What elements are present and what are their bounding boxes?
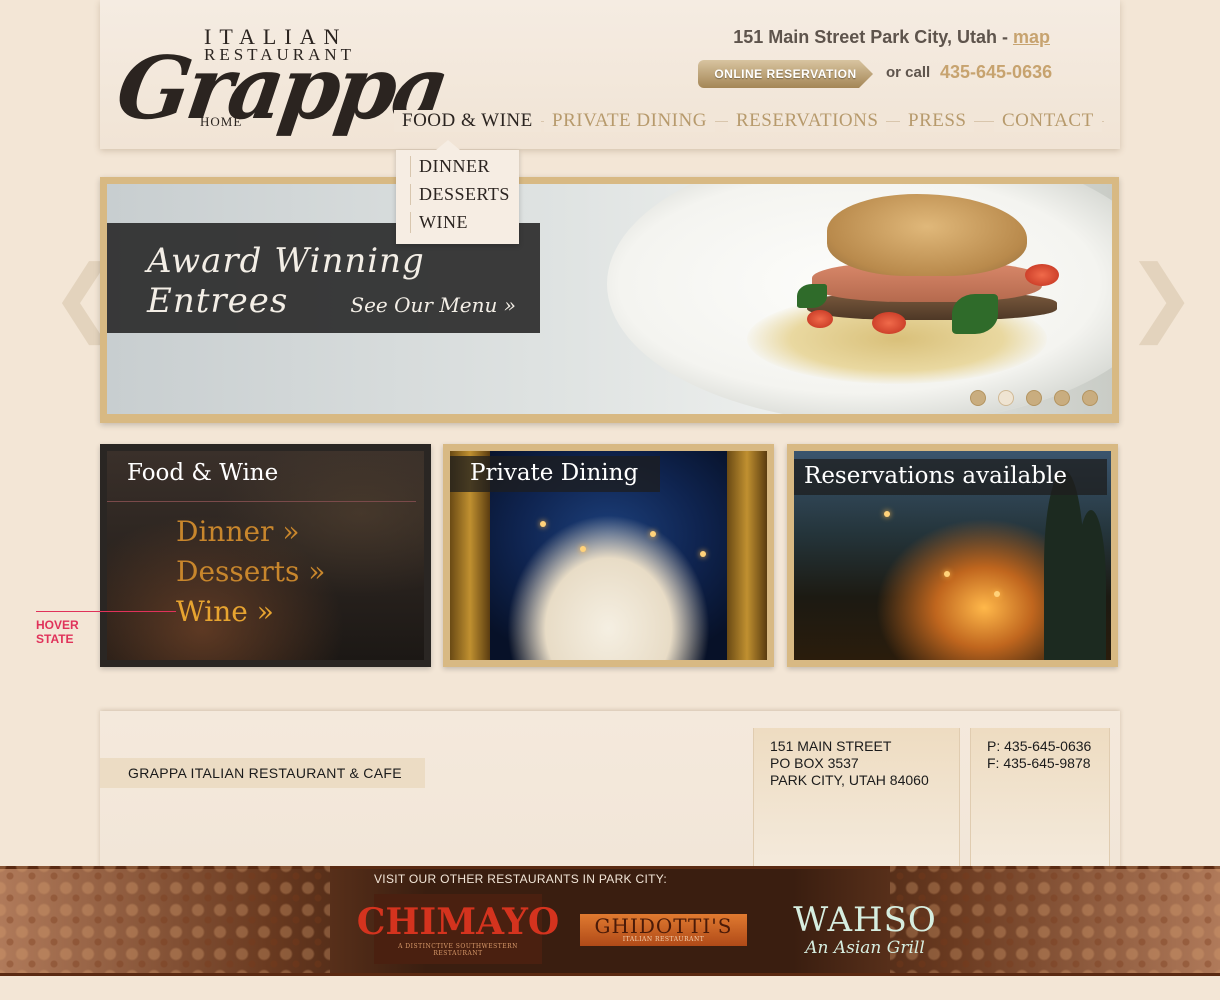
wahso-logo[interactable]: WAHSO An Asian Grill	[785, 900, 945, 962]
damask-pattern	[0, 866, 330, 976]
footer-address-line: PO BOX 3537	[770, 755, 859, 771]
chimayo-name: CHIMAYO	[356, 901, 560, 943]
tomato-shape	[1025, 264, 1059, 286]
spinach-shape	[797, 284, 827, 308]
ghidotti-tagline: ITALIAN RESTAURANT	[622, 936, 705, 943]
nav-press[interactable]: PRESS	[900, 110, 975, 132]
footer-phone[interactable]: P: 435-645-0636	[987, 738, 1093, 755]
nav-contact[interactable]: CONTACT	[994, 110, 1102, 132]
visit-label: VISIT OUR OTHER RESTAURANTS IN PARK CITY…	[374, 872, 668, 886]
chevron-right-icon[interactable]: ❯	[1126, 254, 1196, 338]
feature-title-reservations: Reservations available	[794, 459, 1107, 495]
feature-link-wine[interactable]: Wine »	[176, 595, 274, 628]
food-wine-dropdown: DINNER DESSERTS WINE	[396, 140, 519, 244]
tomato-shape	[807, 310, 833, 328]
light-dot	[884, 511, 890, 517]
chimayo-tagline: A DISTINCTIVE SOUTHWESTERN RESTAURANT	[398, 943, 518, 957]
feature-link-dinner[interactable]: Dinner »	[176, 515, 299, 548]
address-text: 151 Main Street Park City, Utah -	[733, 27, 1008, 47]
map-link[interactable]: map	[1013, 27, 1050, 47]
dropdown-desserts[interactable]: DESSERTS	[410, 184, 510, 205]
grappa-logo[interactable]: ITALIAN RESTAURANT Grappa	[111, 20, 452, 140]
private-dining-image: Private Dining	[450, 451, 767, 660]
home-link[interactable]: HOME	[200, 114, 242, 130]
tree-shape	[1076, 510, 1106, 660]
light-dot	[700, 551, 706, 557]
feature-divider	[107, 501, 416, 502]
ghidotti-name: GHIDOTTI'S	[594, 914, 733, 938]
footer-address-card: 151 MAIN STREET PO BOX 3537 PARK CITY, U…	[753, 728, 960, 868]
feature-link-desserts[interactable]: Desserts »	[176, 555, 325, 588]
chevron-left-icon[interactable]: ❮	[50, 254, 120, 338]
hero-slide: Award Winning Entrees See Our Menu »	[107, 184, 1112, 414]
slider-dot[interactable]	[1082, 390, 1098, 406]
light-dot	[650, 531, 656, 537]
slider-pagination	[970, 390, 1098, 406]
hover-note-line2: STATE	[36, 632, 74, 646]
chimayo-logo[interactable]: CHIMAYO A DISTINCTIVE SOUTHWESTERN RESTA…	[357, 894, 559, 964]
dropdown-dinner[interactable]: DINNER	[410, 156, 510, 177]
footer-contact-card: P: 435-645-0636 F: 435-645-9878	[970, 728, 1110, 868]
light-dot	[540, 521, 546, 527]
footer-panel: GRAPPA ITALIAN RESTAURANT & CAFE 151 MAI…	[100, 711, 1120, 871]
ghidotti-logo[interactable]: GHIDOTTI'S ITALIAN RESTAURANT	[580, 914, 747, 946]
footer-address-line: PARK CITY, UTAH 84060	[770, 772, 929, 788]
reservations-image: Reservations available	[794, 451, 1111, 660]
footer-fax: F: 435-645-9878	[987, 755, 1091, 771]
header: ITALIAN RESTAURANT Grappa HOME 151 Main …	[100, 0, 1120, 149]
light-dot	[994, 591, 1000, 597]
curtain-shape	[727, 451, 767, 660]
slider-dot[interactable]	[998, 390, 1014, 406]
wahso-tagline: An Asian Grill	[805, 938, 925, 958]
or-call-label: or call	[886, 64, 931, 81]
light-dot	[580, 546, 586, 552]
nav-reservations[interactable]: RESERVATIONS	[728, 110, 887, 132]
nav-food-wine[interactable]: FOOD & WINE	[394, 110, 541, 132]
tomato-shape	[872, 312, 906, 334]
hover-note-line1: HOVER	[36, 618, 79, 632]
feature-title-food-wine: Food & Wine	[127, 460, 279, 486]
header-address: 151 Main Street Park City, Utah - map	[733, 27, 1050, 48]
wahso-name: WAHSO	[793, 900, 937, 940]
feature-reservations[interactable]: Reservations available	[787, 444, 1118, 667]
hero-slider: Award Winning Entrees See Our Menu »	[100, 177, 1119, 423]
light-dot	[944, 571, 950, 577]
main-nav: FOOD & WINE PRIVATE DINING RESERVATIONS …	[394, 110, 1104, 134]
header-phone[interactable]: 435-645-0636	[940, 62, 1052, 83]
feature-food-wine[interactable]: Food & Wine Dinner » Desserts » Wine »	[100, 444, 431, 667]
dropdown-wine[interactable]: WINE	[410, 212, 510, 233]
hover-annotation: HOVER STATE	[36, 618, 79, 646]
feature-title-private-dining: Private Dining	[450, 456, 661, 492]
spinach-shape	[952, 294, 998, 334]
partner-restaurants-band: VISIT OUR OTHER RESTAURANTS IN PARK CITY…	[0, 866, 1220, 976]
hover-annotation-line	[36, 611, 176, 612]
see-menu-link[interactable]: See Our Menu »	[350, 293, 516, 317]
online-reservation-button[interactable]: ONLINE RESERVATION	[698, 60, 873, 88]
nav-private-dining[interactable]: PRIVATE DINING	[544, 110, 715, 132]
food-wine-image: Food & Wine Dinner » Desserts » Wine »	[107, 451, 424, 660]
slider-dot[interactable]	[970, 390, 986, 406]
footer-restaurant-name: GRAPPA ITALIAN RESTAURANT & CAFE	[100, 758, 425, 788]
footer-address-line: 151 MAIN STREET	[770, 738, 892, 754]
slider-dot[interactable]	[1054, 390, 1070, 406]
feature-private-dining[interactable]: Private Dining	[443, 444, 774, 667]
slider-dot[interactable]	[1026, 390, 1042, 406]
